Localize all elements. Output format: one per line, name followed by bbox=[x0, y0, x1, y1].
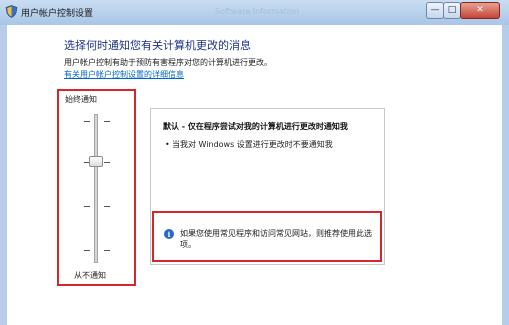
info-icon: i bbox=[164, 229, 174, 239]
slider-bottom-label: 从不通知 bbox=[74, 271, 106, 280]
slider-tick bbox=[104, 162, 110, 163]
window-title: 用户帐户控制设置 bbox=[21, 9, 94, 19]
window-frame-right bbox=[502, 25, 509, 325]
minimize-icon: — bbox=[430, 5, 440, 15]
level-title: 默认 - 仅在程序尝试对我的计算机进行更改时通知我 bbox=[163, 122, 348, 131]
background-window-title: Software Information bbox=[215, 7, 300, 16]
slider-tick bbox=[84, 121, 90, 122]
title-bar[interactable]: 用户帐户控制设置 Software Information — □ ✕ bbox=[0, 0, 509, 26]
shield-icon bbox=[5, 5, 18, 18]
close-button[interactable]: ✕ bbox=[460, 2, 500, 19]
uac-details-link[interactable]: 有关用户帐户控制设置的详细信息 bbox=[64, 69, 184, 80]
slider-tick bbox=[84, 206, 90, 207]
page-description: 用户帐户控制有助于预防有害程序对您的计算机进行更改。 bbox=[64, 58, 272, 67]
level-bullet-text: 当我对 Windows 设置进行更改时不要通知我 bbox=[172, 140, 333, 149]
recommendation-text: 如果您使用常见程序和访问常见网站，则推荐使用此选项。 bbox=[180, 229, 372, 249]
slider-top-label: 始终通知 bbox=[65, 95, 97, 104]
page-heading: 选择何时通知您有关计算机更改的消息 bbox=[64, 39, 251, 52]
slider-tick bbox=[104, 250, 110, 251]
close-icon: ✕ bbox=[476, 5, 484, 15]
maximize-icon: □ bbox=[447, 5, 457, 15]
slider-tick bbox=[104, 206, 110, 207]
slider-track[interactable] bbox=[94, 114, 98, 263]
slider-tick bbox=[84, 250, 90, 251]
slider-tick bbox=[104, 121, 110, 122]
window-frame-left bbox=[0, 25, 7, 325]
minimize-button[interactable]: — bbox=[426, 2, 444, 19]
slider-thumb[interactable] bbox=[89, 156, 103, 167]
bullet-dot: • bbox=[165, 140, 170, 149]
maximize-button[interactable]: □ bbox=[443, 2, 461, 19]
